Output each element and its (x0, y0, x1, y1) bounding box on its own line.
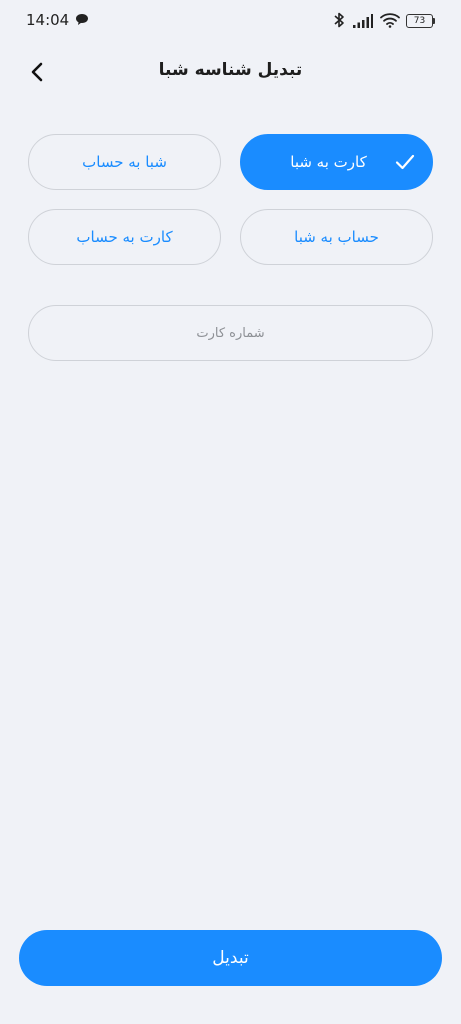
option-label: کارت به شبا (290, 153, 367, 171)
screen: 14:04 73 تبدیل شناسه شبا کارت به شبا شبا… (0, 0, 461, 1024)
option-label: حساب به شبا (294, 228, 379, 246)
option-account-to-sheba[interactable]: حساب به شبا (240, 209, 433, 265)
option-card-to-sheba[interactable]: کارت به شبا (240, 134, 433, 190)
signal-icon (353, 14, 373, 28)
battery-level: 73 (413, 16, 426, 26)
wifi-icon (380, 13, 400, 28)
status-time: 14:04 (26, 11, 70, 29)
option-label: کارت به حساب (76, 228, 173, 246)
bluetooth-icon (334, 12, 344, 28)
battery-tip (433, 18, 435, 24)
battery-icon: 73 (406, 14, 436, 28)
check-icon (395, 154, 415, 170)
option-card-to-account[interactable]: کارت به حساب (28, 209, 221, 265)
chat-icon (76, 14, 88, 25)
status-bar: 14:04 73 (0, 0, 461, 40)
page-title: تبدیل شناسه شبا (158, 60, 303, 80)
header: تبدیل شناسه شبا (0, 50, 461, 94)
card-number-input[interactable] (28, 305, 433, 361)
convert-button[interactable]: تبدیل (19, 930, 442, 986)
option-label: شبا به حساب (82, 153, 167, 171)
option-sheba-to-account[interactable]: شبا به حساب (28, 134, 221, 190)
